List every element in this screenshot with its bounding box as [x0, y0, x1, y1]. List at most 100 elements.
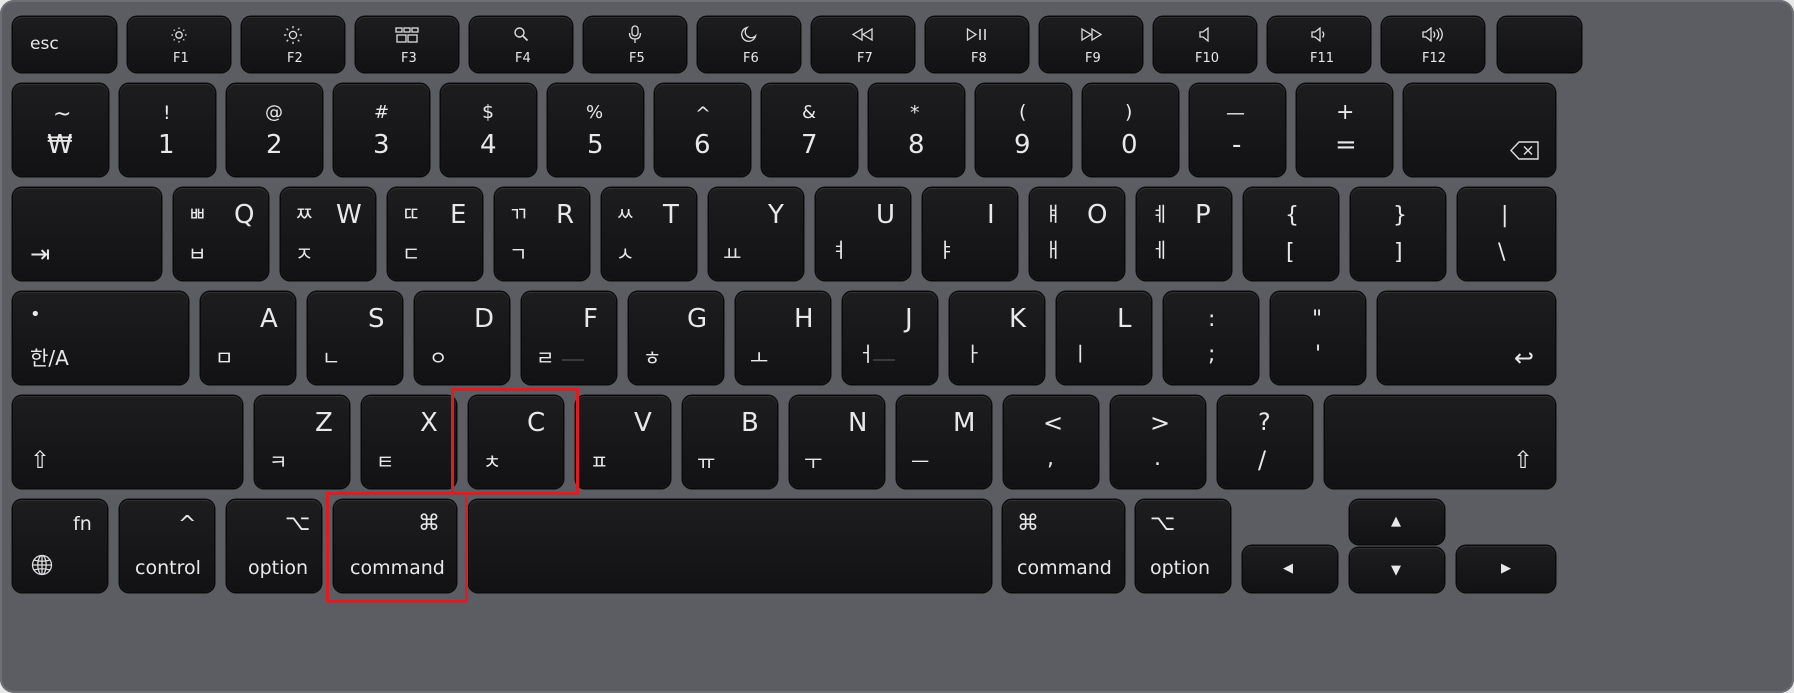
f11-label: F11 [1310, 51, 1335, 66]
key-e[interactable]: ㄸ E ㄷ [388, 188, 482, 280]
key-n[interactable]: N ㅜ [790, 396, 884, 488]
key-f3[interactable]: F3 [356, 17, 458, 72]
p-label: P [1195, 200, 1211, 230]
caps-lock-label: 한/A [30, 346, 69, 370]
control-symbol: ^ [178, 512, 197, 537]
key-k[interactable]: K ㅏ [950, 292, 1044, 384]
key-x[interactable]: X ㅌ [362, 396, 456, 488]
key-right-shift[interactable]: ⇧ [1325, 396, 1555, 488]
key-1[interactable]: ! 1 [120, 84, 215, 176]
key-l[interactable]: L ㅣ [1057, 292, 1151, 384]
key-comma[interactable]: < , [1004, 396, 1098, 488]
key-control[interactable]: ^ control [120, 500, 214, 592]
key-3-shift-label: # [374, 102, 390, 123]
key-f[interactable]: F ㄹ [522, 292, 616, 384]
key-m[interactable]: M ㅡ [897, 396, 991, 488]
key-minus[interactable]: — - [1190, 84, 1285, 176]
u-hangul-label: ㅕ [830, 238, 849, 262]
key-4[interactable]: $ 4 [441, 84, 536, 176]
highlight-command-key [326, 492, 468, 603]
key-v[interactable]: V ㅍ [576, 396, 670, 488]
key-arrow-down[interactable]: ▼ [1350, 548, 1444, 592]
key-6[interactable]: ^ 6 [655, 84, 750, 176]
key-f9[interactable]: F9 [1040, 17, 1142, 72]
tab-arrow-icon: ⇥ [30, 240, 51, 268]
key-f7[interactable]: F7 [812, 17, 914, 72]
key-arrow-up[interactable]: ▲ [1350, 500, 1444, 544]
key-touch-id[interactable] [1498, 17, 1581, 72]
key-equal[interactable]: + = [1297, 84, 1392, 176]
n-label: N [848, 408, 868, 438]
key-s[interactable]: S ㄴ [308, 292, 402, 384]
key-space[interactable] [469, 500, 991, 592]
key-esc[interactable]: esc [13, 17, 116, 72]
key-o[interactable]: ㅒ O ㅐ [1030, 188, 1124, 280]
key-2-label: 2 [266, 130, 283, 160]
greater-than-label: > [1150, 409, 1171, 437]
key-2[interactable]: @ 2 [227, 84, 322, 176]
key-d[interactable]: D ㅇ [415, 292, 509, 384]
key-t[interactable]: ㅆ T ㅅ [602, 188, 696, 280]
key-arrow-left[interactable]: ◀ [1243, 546, 1337, 592]
j-label: J [905, 304, 913, 334]
f12-label: F12 [1422, 51, 1447, 66]
key-f6[interactable]: F6 [698, 17, 800, 72]
key-f8[interactable]: F8 [926, 17, 1028, 72]
key-caps-lock[interactable]: • 한/A [13, 292, 188, 384]
key-u[interactable]: U ㅕ [816, 188, 910, 280]
key-a[interactable]: A ㅁ [201, 292, 295, 384]
key-w[interactable]: ㅉ W ㅈ [281, 188, 375, 280]
key-left-bracket[interactable]: { [ [1244, 188, 1338, 280]
f8-label: F8 [971, 51, 987, 66]
key-semicolon[interactable]: : ; [1164, 292, 1258, 384]
key-i[interactable]: I ㅑ [923, 188, 1017, 280]
key-left-shift[interactable]: ⇧ [13, 396, 242, 488]
key-y[interactable]: Y ㅛ [709, 188, 803, 280]
key-9[interactable]: ( 9 [976, 84, 1071, 176]
key-period[interactable]: > . [1111, 396, 1205, 488]
key-tab[interactable]: ⇥ [13, 188, 161, 280]
key-f10[interactable]: F10 [1154, 17, 1256, 72]
a-label: A [260, 304, 278, 334]
key-f4[interactable]: F4 [470, 17, 572, 72]
key-f1[interactable]: F1 [128, 17, 230, 72]
key-arrow-right[interactable]: ▶ [1457, 546, 1555, 592]
key-fn[interactable]: fn [13, 500, 107, 592]
key-right-bracket[interactable]: } ] [1351, 188, 1445, 280]
key-f2[interactable]: F2 [242, 17, 344, 72]
w-label: W [336, 200, 362, 230]
key-3[interactable]: # 3 [334, 84, 429, 176]
key-7[interactable]: & 7 [762, 84, 857, 176]
key-quote[interactable]: " ' [1271, 292, 1365, 384]
globe-icon [31, 554, 53, 576]
key-right-option[interactable]: ⌥ option [1136, 500, 1230, 592]
key-g[interactable]: G ㅎ [629, 292, 723, 384]
key-r[interactable]: ㄲ R ㄱ [495, 188, 589, 280]
key-return[interactable]: ↩ [1378, 292, 1555, 384]
return-icon: ↩ [1514, 344, 1535, 372]
t-hangul-label: ㅅ [616, 242, 635, 266]
key-5[interactable]: % 5 [548, 84, 643, 176]
key-slash[interactable]: ? / [1218, 396, 1312, 488]
key-f12[interactable]: F12 [1382, 17, 1484, 72]
key-0[interactable]: ) 0 [1083, 84, 1178, 176]
key-right-command[interactable]: ⌘ command [1003, 500, 1124, 592]
key-j[interactable]: J ㅓ [843, 292, 937, 384]
key-p[interactable]: ㅖ P ㅔ [1137, 188, 1231, 280]
m-label: M [953, 408, 976, 438]
key-left-option[interactable]: ⌥ option [227, 500, 321, 592]
key-b[interactable]: B ㅠ [683, 396, 777, 488]
key-delete[interactable] [1404, 84, 1555, 176]
less-than-label: < [1043, 409, 1064, 437]
f-label: F [583, 304, 598, 334]
key-f5[interactable]: F5 [584, 17, 686, 72]
key-backslash[interactable]: | \ [1458, 188, 1555, 280]
key-q[interactable]: ㅃ Q ㅂ [174, 188, 268, 280]
key-8[interactable]: * 8 [869, 84, 964, 176]
key-h[interactable]: H ㅗ [736, 292, 830, 384]
key-z[interactable]: Z ㅋ [255, 396, 349, 488]
r-hangul-label: ㄱ [509, 242, 528, 266]
key-backtick[interactable]: ~ ₩ [13, 84, 108, 176]
left-shift-icon: ⇧ [30, 446, 51, 474]
key-f11[interactable]: F11 [1268, 17, 1370, 72]
